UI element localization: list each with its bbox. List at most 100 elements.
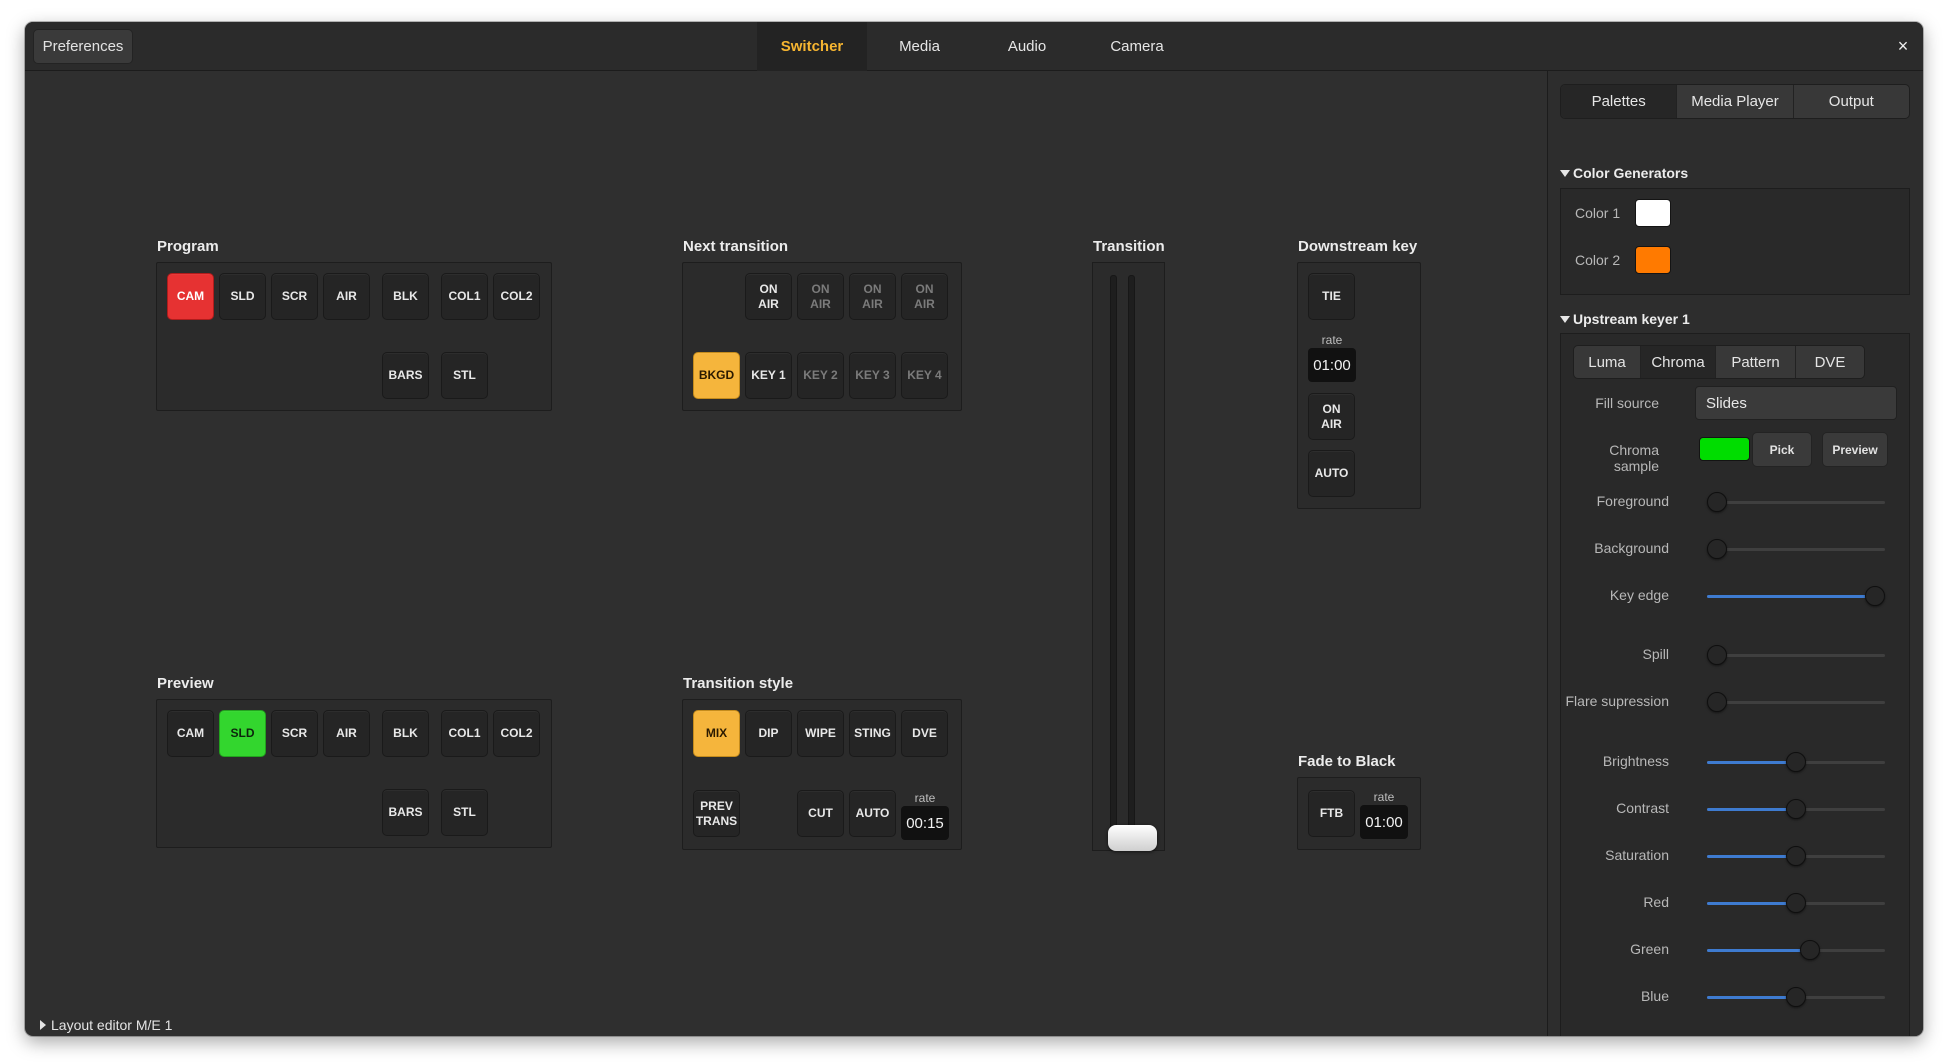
- upstream-keyer-header[interactable]: Upstream keyer 1: [1560, 311, 1690, 327]
- tab-palettes[interactable]: Palettes: [1561, 85, 1678, 118]
- slider-blue[interactable]: [1707, 987, 1885, 1007]
- slider-thumb[interactable]: [1786, 987, 1806, 1007]
- on-air-key1-button[interactable]: ON AIR: [745, 273, 792, 320]
- slider-contrast[interactable]: [1707, 799, 1885, 819]
- dsk-rate-value[interactable]: 01:00: [1308, 348, 1356, 382]
- tab-media-player[interactable]: Media Player: [1677, 85, 1794, 118]
- preview-col2-button[interactable]: COL2: [493, 710, 540, 757]
- fill-source-select[interactable]: Slides: [1695, 386, 1897, 420]
- tab-audio[interactable]: Audio: [972, 22, 1082, 71]
- preview-sld-button[interactable]: SLD: [219, 710, 266, 757]
- cut-button[interactable]: CUT: [797, 790, 844, 837]
- next-transition-title: Next transition: [683, 238, 789, 255]
- keyer-tab-dve[interactable]: DVE: [1796, 346, 1864, 378]
- keyer-tab-pattern[interactable]: Pattern: [1716, 346, 1796, 378]
- layout-editor-expander[interactable]: Layout editor M/E 1: [40, 1017, 172, 1033]
- color1-label: Color 1: [1575, 205, 1621, 221]
- key2-button[interactable]: KEY 2: [797, 352, 844, 399]
- program-col1-button[interactable]: COL1: [441, 273, 488, 320]
- chroma-sample-label: Chroma sample: [1609, 442, 1659, 474]
- style-mix-button[interactable]: MIX: [693, 710, 740, 757]
- ftb-rate-value[interactable]: 01:00: [1360, 805, 1408, 839]
- preview-blk-button[interactable]: BLK: [382, 710, 429, 757]
- slider-label: Green: [1630, 941, 1669, 957]
- slider-thumb[interactable]: [1707, 645, 1727, 665]
- slider-thumb[interactable]: [1786, 752, 1806, 772]
- slider-thumb[interactable]: [1865, 586, 1885, 606]
- preferences-button[interactable]: Preferences: [33, 29, 133, 64]
- program-col2-button[interactable]: COL2: [493, 273, 540, 320]
- slider-track: [1707, 654, 1885, 657]
- style-wipe-button[interactable]: WIPE: [797, 710, 844, 757]
- slider-thumb[interactable]: [1707, 692, 1727, 712]
- preview-col1-button[interactable]: COL1: [441, 710, 488, 757]
- on-air-key2-button[interactable]: ON AIR: [797, 273, 844, 320]
- tbar-rail-left: [1110, 275, 1117, 835]
- program-bars-button[interactable]: BARS: [382, 352, 429, 399]
- dsk-tie-button[interactable]: TIE: [1308, 273, 1355, 320]
- prev-trans-button[interactable]: PREV TRANS: [693, 790, 740, 837]
- style-dve-button[interactable]: DVE: [901, 710, 948, 757]
- tbar-handle[interactable]: [1108, 825, 1157, 851]
- transition-rate-value[interactable]: 00:15: [901, 806, 949, 840]
- slider-thumb[interactable]: [1786, 846, 1806, 866]
- dsk-rate-label: rate: [1321, 333, 1343, 347]
- program-blk-button[interactable]: BLK: [382, 273, 429, 320]
- style-sting-button[interactable]: STING: [849, 710, 896, 757]
- dsk-auto-button[interactable]: AUTO: [1308, 450, 1355, 497]
- slider-flare-supression[interactable]: [1707, 692, 1885, 712]
- preview-air-button[interactable]: AIR: [323, 710, 370, 757]
- slider-thumb[interactable]: [1707, 492, 1727, 512]
- preview-stl-button[interactable]: STL: [441, 789, 488, 836]
- dsk-on-air-button[interactable]: ON AIR: [1308, 393, 1355, 440]
- style-dip-button[interactable]: DIP: [745, 710, 792, 757]
- app-window: Preferences Switcher Media Audio Camera …: [25, 22, 1923, 1036]
- slider-label: Spill: [1642, 646, 1669, 662]
- ftb-button[interactable]: FTB: [1308, 790, 1355, 837]
- preview-button[interactable]: Preview: [1822, 432, 1888, 467]
- slider-red[interactable]: [1707, 893, 1885, 913]
- tab-camera[interactable]: Camera: [1082, 22, 1192, 71]
- slider-thumb[interactable]: [1786, 799, 1806, 819]
- on-air-key4-button[interactable]: ON AIR: [901, 273, 948, 320]
- preview-scr-button[interactable]: SCR: [271, 710, 318, 757]
- slider-saturation[interactable]: [1707, 846, 1885, 866]
- key1-button[interactable]: KEY 1: [745, 352, 792, 399]
- keyer-tab-chroma[interactable]: Chroma: [1641, 346, 1716, 378]
- color-generators-header[interactable]: Color Generators: [1560, 165, 1688, 181]
- close-icon[interactable]: ×: [1890, 33, 1916, 59]
- color1-swatch[interactable]: [1635, 199, 1671, 227]
- program-stl-button[interactable]: STL: [441, 352, 488, 399]
- slider-green[interactable]: [1707, 940, 1885, 960]
- slider-background[interactable]: [1707, 539, 1885, 559]
- slider-thumb[interactable]: [1800, 940, 1821, 960]
- upstream-keyer-panel: Luma Chroma Pattern DVE Fill source Slid…: [1560, 333, 1910, 1036]
- slider-label: Foreground: [1596, 493, 1669, 509]
- bkgd-button[interactable]: BKGD: [693, 352, 740, 399]
- key4-button[interactable]: KEY 4: [901, 352, 948, 399]
- program-cam-button[interactable]: CAM: [167, 273, 214, 320]
- fill-source-label: Fill source: [1595, 395, 1659, 411]
- program-scr-button[interactable]: SCR: [271, 273, 318, 320]
- slider-thumb[interactable]: [1707, 539, 1727, 559]
- pick-button[interactable]: Pick: [1752, 432, 1812, 467]
- slider-brightness[interactable]: [1707, 752, 1885, 772]
- tab-media[interactable]: Media: [867, 22, 972, 71]
- color2-swatch[interactable]: [1635, 246, 1671, 274]
- slider-foreground[interactable]: [1707, 492, 1885, 512]
- slider-fill: [1707, 902, 1796, 905]
- program-sld-button[interactable]: SLD: [219, 273, 266, 320]
- auto-button[interactable]: AUTO: [849, 790, 896, 837]
- tab-switcher[interactable]: Switcher: [757, 22, 867, 71]
- program-air-button[interactable]: AIR: [323, 273, 370, 320]
- slider-thumb[interactable]: [1786, 893, 1806, 913]
- chroma-sample-swatch[interactable]: [1699, 437, 1750, 461]
- key3-button[interactable]: KEY 3: [849, 352, 896, 399]
- preview-bars-button[interactable]: BARS: [382, 789, 429, 836]
- keyer-tab-luma[interactable]: Luma: [1574, 346, 1641, 378]
- on-air-key3-button[interactable]: ON AIR: [849, 273, 896, 320]
- slider-spill[interactable]: [1707, 645, 1885, 665]
- preview-cam-button[interactable]: CAM: [167, 710, 214, 757]
- slider-key-edge[interactable]: [1707, 586, 1885, 606]
- tab-output[interactable]: Output: [1794, 85, 1909, 118]
